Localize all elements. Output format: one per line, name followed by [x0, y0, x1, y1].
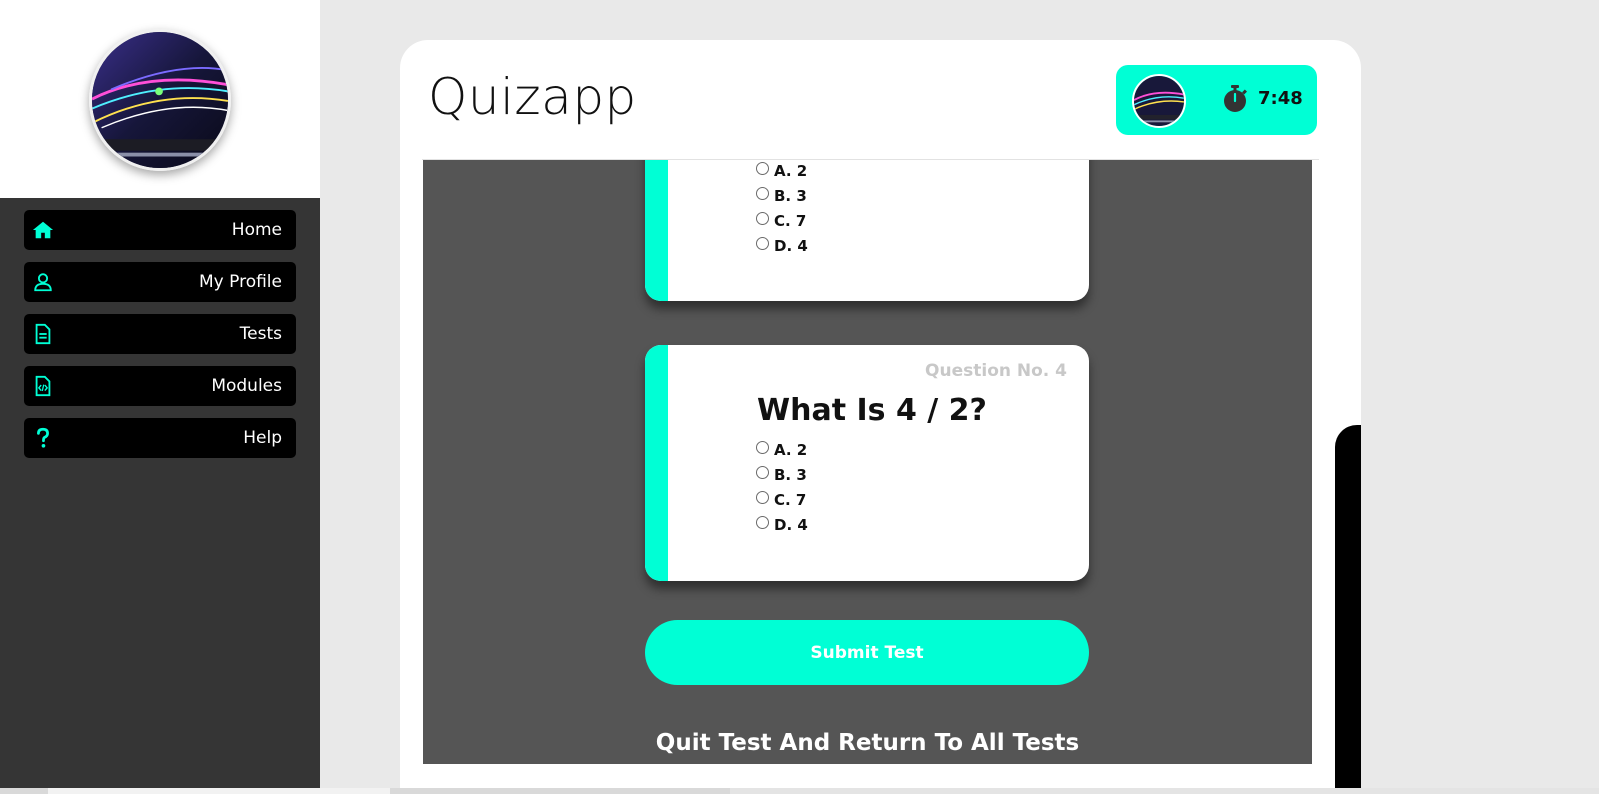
app-title: Quizapp [428, 68, 637, 126]
sidebar-nav: Home My Profile Tests Modules Help [24, 210, 296, 470]
sidebar-item-modules[interactable]: Modules [24, 366, 296, 406]
code-file-icon [35, 375, 51, 397]
question-number: Question No. 4 [925, 361, 1067, 381]
main-panel: Quizapp 7:48 A. 2 B. 3 C. 7 D. 4 Questio… [400, 40, 1361, 794]
sidebar-item-label: Help [243, 428, 282, 448]
document-icon [35, 323, 51, 345]
sidebar-item-label: Modules [211, 376, 282, 396]
answer-options: A. 2 B. 3 C. 7 D. 4 [756, 437, 808, 537]
sidebar-item-label: Home [231, 220, 282, 240]
sidebar: Home My Profile Tests Modules Help [0, 0, 320, 794]
timer-avatar[interactable] [1132, 74, 1186, 128]
avatar-image [1134, 76, 1184, 126]
bottom-edge [0, 788, 1599, 794]
answer-option[interactable]: B. 3 [756, 183, 808, 208]
answer-option[interactable]: C. 7 [756, 487, 808, 512]
sidebar-header [0, 0, 320, 198]
quit-test-link[interactable]: Quit Test And Return To All Tests [423, 730, 1312, 756]
radio-button[interactable] [756, 187, 769, 200]
avatar-image [92, 32, 228, 168]
radio-button[interactable] [756, 212, 769, 225]
stopwatch-icon [1224, 85, 1247, 112]
bottom-edge-segment [730, 788, 1599, 794]
sidebar-item-tests[interactable]: Tests [24, 314, 296, 354]
radio-button[interactable] [756, 466, 769, 479]
answer-option[interactable]: D. 4 [756, 233, 808, 258]
home-icon [32, 221, 54, 239]
question-card-accent [645, 160, 668, 301]
side-panel-tab[interactable] [1335, 425, 1361, 794]
radio-button[interactable] [756, 491, 769, 504]
question-card: Question No. 4 What Is 4 / 2? A. 2 B. 3 … [645, 345, 1089, 581]
answer-option[interactable]: B. 3 [756, 462, 808, 487]
sidebar-item-home[interactable]: Home [24, 210, 296, 250]
sidebar-item-my-profile[interactable]: My Profile [24, 262, 296, 302]
radio-button[interactable] [756, 237, 769, 250]
radio-button[interactable] [756, 162, 769, 175]
radio-button[interactable] [756, 441, 769, 454]
user-icon [34, 273, 52, 292]
answer-options: A. 2 B. 3 C. 7 D. 4 [756, 160, 808, 258]
questions-scroll-area[interactable]: A. 2 B. 3 C. 7 D. 4 Question No. 4 What … [423, 160, 1312, 764]
sidebar-item-label: Tests [239, 324, 282, 344]
question-card-accent [645, 345, 668, 581]
timer-widget: 7:48 [1116, 65, 1317, 135]
question-icon [37, 427, 49, 448]
submit-test-button[interactable]: Submit Test [645, 620, 1089, 685]
timer-value: 7:48 [1258, 88, 1303, 109]
sidebar-item-label: My Profile [199, 272, 282, 292]
answer-option[interactable]: A. 2 [756, 160, 808, 183]
answer-option[interactable]: C. 7 [756, 208, 808, 233]
question-card: A. 2 B. 3 C. 7 D. 4 [645, 160, 1089, 301]
answer-option[interactable]: D. 4 [756, 512, 808, 537]
profile-avatar[interactable] [89, 29, 231, 171]
answer-option[interactable]: A. 2 [756, 437, 808, 462]
sidebar-item-help[interactable]: Help [24, 418, 296, 458]
question-text: What Is 4 / 2? [757, 393, 987, 428]
bottom-edge-segment [48, 788, 390, 794]
radio-button[interactable] [756, 516, 769, 529]
